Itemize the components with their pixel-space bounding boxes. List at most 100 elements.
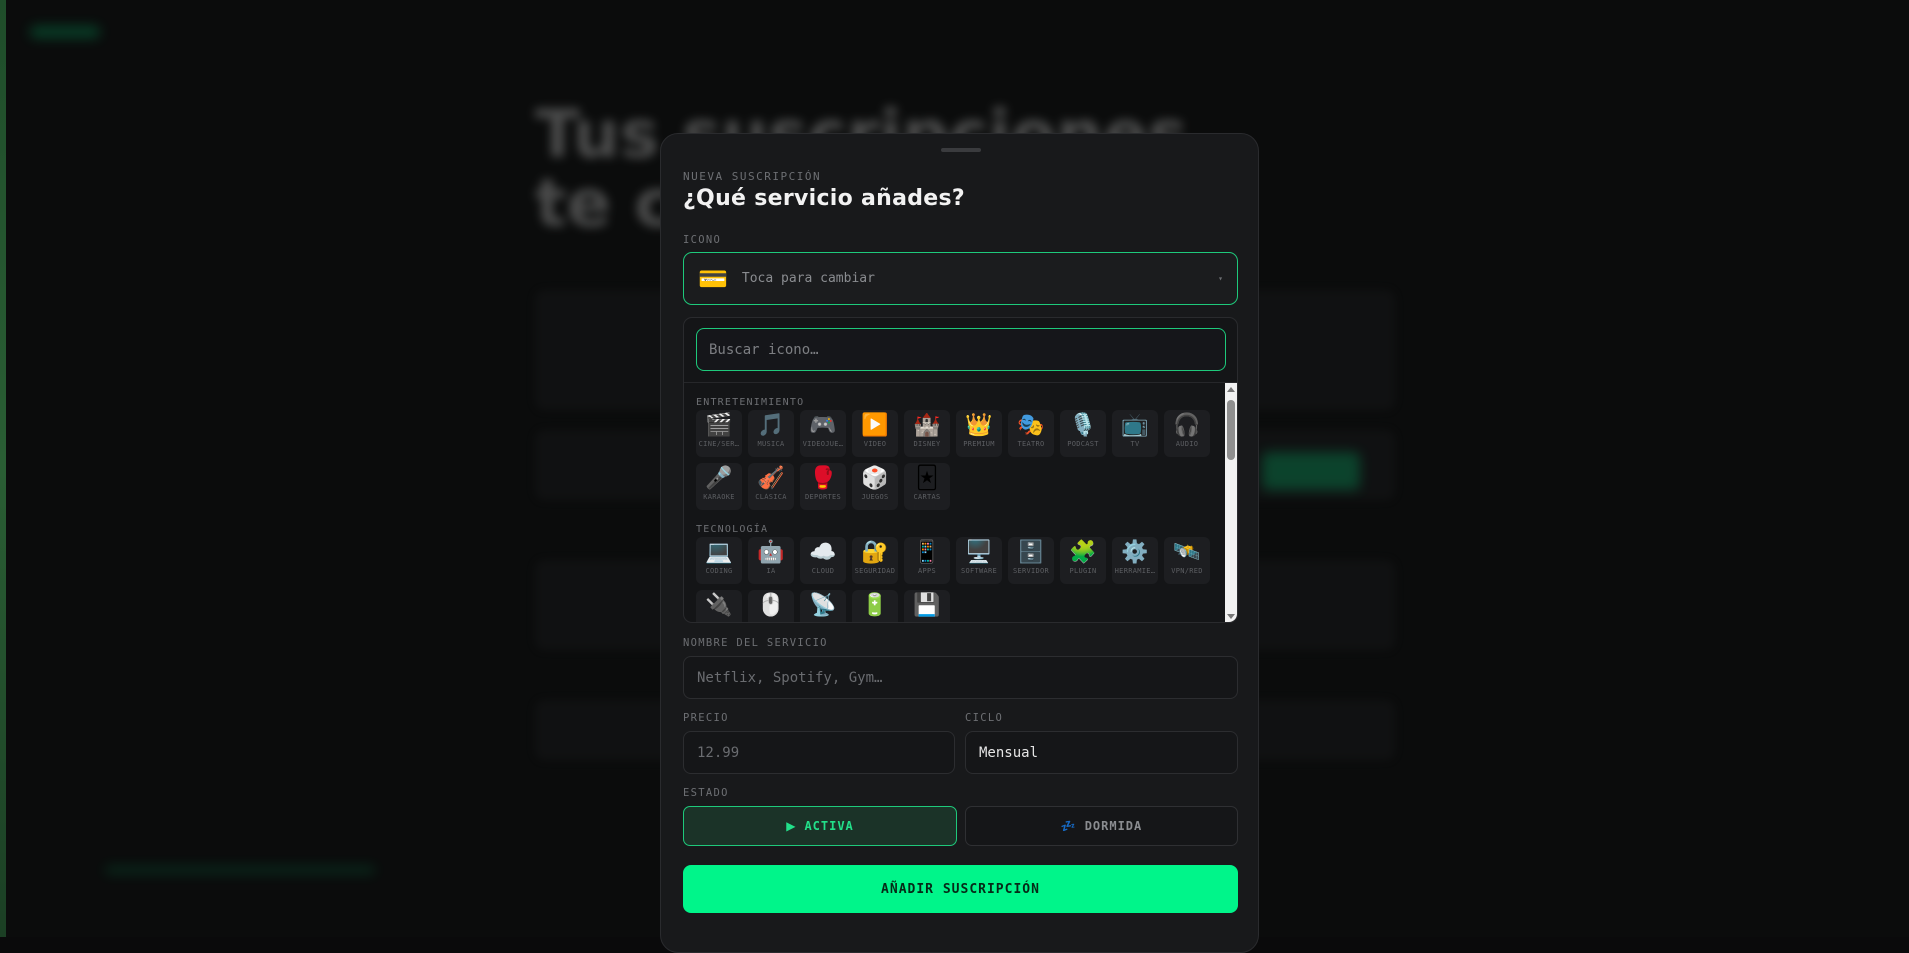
icon-option-glyph: 🎧 [1173,413,1201,438]
icon-option[interactable]: 🎭 TEATRO [1008,410,1054,457]
icon-option[interactable]: 🧩 PLUGIN [1060,537,1106,584]
icon-category-heading: TECNOLOGÍA [696,524,769,535]
service-name-input[interactable] [697,669,1224,686]
icon-option-label: TEATRO [1017,440,1045,448]
modal-eyebrow: NUEVA SUSCRIPCIÓN [683,170,822,183]
icon-option[interactable]: 🖥️ SOFTWARE [956,537,1002,584]
icon-option-label: CODING [705,567,733,575]
modal-title: ¿Qué servicio añades? [683,186,965,211]
price-input[interactable] [697,744,941,761]
drag-handle[interactable] [941,148,981,152]
icon-option-label: IA [766,567,776,575]
icon-option-label: APPS [917,567,937,575]
status-active-label: ACTIVA [804,819,854,833]
icon-search-input[interactable] [709,341,1213,358]
icon-option-glyph: 🎲 [861,466,889,491]
play-icon: ▶ [786,819,797,833]
credit-card-icon: 💳 [698,264,728,293]
icon-option[interactable]: 📺 TV [1112,410,1158,457]
scroll-up-arrow-icon[interactable] [1227,387,1235,392]
icon-option-glyph: 🎭 [1017,413,1045,438]
cycle-value: Mensual [979,744,1039,761]
icon-option-glyph: 💾 [913,593,941,618]
icon-option-glyph: 🤖 [757,540,785,565]
icon-option-glyph: 🎙️ [1069,413,1097,438]
icon-option-glyph: 👑 [965,413,993,438]
cycle-label: CICLO [965,712,1004,724]
icon-option[interactable]: 🤖 IA [748,537,794,584]
icon-option[interactable]: 📡 [800,590,846,622]
icon-option[interactable]: 🗄️ SERVIDOR [1008,537,1054,584]
icon-option-glyph: 🗄️ [1017,540,1045,565]
icon-option-label: PODCAST [1067,440,1099,448]
add-subscription-button[interactable]: AÑADIR SUSCRIPCIÓN [683,865,1238,913]
icon-option-glyph: 🔋 [861,593,889,618]
cycle-select[interactable]: Mensual [965,731,1238,774]
icon-option-glyph: 🔐 [861,540,889,565]
icon-option[interactable]: 🏰 DISNEY [904,410,950,457]
service-name-field[interactable] [683,656,1238,699]
background-footer-bar [105,866,375,874]
icon-option-glyph: 🧩 [1069,540,1097,565]
icon-option[interactable]: 🎙️ PODCAST [1060,410,1106,457]
icon-option[interactable]: 📱 APPS [904,537,950,584]
service-name-label: NOMBRE DEL SERVICIO [683,637,828,649]
icon-option-glyph: 🎮 [809,413,837,438]
window-edge [0,0,6,937]
icon-picker: ENTRETENIMIENTO 🎬 CINE/SER… 🎵 MÚSICA 🎮 VIDEOJU… [683,317,1238,623]
icon-option[interactable]: 🎬 CINE/SER… [696,410,742,457]
icon-option[interactable]: 💻 CODING [696,537,742,584]
icon-option[interactable]: ☁️ CLOUD [800,537,846,584]
icon-option[interactable]: 🎻 CLÁSICA [748,463,794,510]
icon-option[interactable]: 🔐 SEGURIDAD [852,537,898,584]
icon-option-label: DISNEY [913,440,941,448]
background-logo [30,26,100,38]
price-label: PRECIO [683,712,729,724]
icon-option[interactable]: ▶️ VÍDEO [852,410,898,457]
icon-select[interactable]: 💳 Toca para cambiar ▾ [683,252,1238,305]
icon-option-glyph: 💻 [705,540,733,565]
icon-option[interactable]: 🎮 VIDEOJUE… [800,410,846,457]
icon-option-glyph: 📡 [809,593,837,618]
icon-option[interactable]: 🔋 [852,590,898,622]
icon-option[interactable]: 🖱️ [748,590,794,622]
status-dormant-button[interactable]: 💤 DORMIDA [965,806,1238,846]
icon-option-glyph: 🏰 [913,413,941,438]
icon-option[interactable]: 👑 PREMIUM [956,410,1002,457]
icon-option[interactable]: 💾 [904,590,950,622]
icon-option-label: PREMIUM [963,440,995,448]
sleep-icon: 💤 [1060,819,1077,833]
icon-option-label: MÚSICA [757,440,785,448]
icon-option[interactable]: 🎤 KARAOKE [696,463,742,510]
icon-option-glyph: 🖱️ [757,593,785,618]
icon-option-label: PLUGIN [1069,567,1097,575]
icon-option-label: JUEGOS [861,493,889,501]
status-active-button[interactable]: ▶ ACTIVA [683,806,957,846]
icon-option[interactable]: 🎵 MÚSICA [748,410,794,457]
icon-option[interactable]: 🛰️ VPN/RED [1164,537,1210,584]
scrollbar-thumb[interactable] [1227,400,1235,460]
icon-option-glyph: 🎵 [757,413,785,438]
icon-option[interactable]: 🔌 [696,590,742,622]
icon-option-glyph: 🎬 [705,413,733,438]
icon-option[interactable]: 🃏 CARTAS [904,463,950,510]
icon-option-label: VÍDEO [863,440,887,448]
icon-option-glyph: ☁️ [809,540,837,565]
scroll-down-arrow-icon[interactable] [1227,614,1235,619]
icon-grid-scrollbar[interactable] [1225,383,1237,622]
icon-option[interactable]: 🎧 AUDIO [1164,410,1210,457]
icon-option[interactable]: 🥊 DEPORTES [800,463,846,510]
icon-option-label: DEPORTES [804,493,842,501]
add-subscription-modal: NUEVA SUSCRIPCIÓN ¿Qué servicio añades? … [660,133,1259,953]
icon-option-glyph: 📺 [1121,413,1149,438]
price-field[interactable] [683,731,955,774]
icon-option[interactable]: 🎲 JUEGOS [852,463,898,510]
status-label: ESTADO [683,787,729,799]
icon-search-box[interactable] [696,328,1226,371]
icon-option-label: HERRAMIE… [1114,567,1156,575]
icon-option-label: AUDIO [1175,440,1199,448]
icon-option[interactable]: ⚙️ HERRAMIE… [1112,537,1158,584]
icon-grid[interactable]: ENTRETENIMIENTO 🎬 CINE/SER… 🎵 MÚSICA 🎮 VIDEOJU… [684,383,1224,622]
icon-option-glyph: 🎤 [705,466,733,491]
icon-option-glyph: 🥊 [809,466,837,491]
